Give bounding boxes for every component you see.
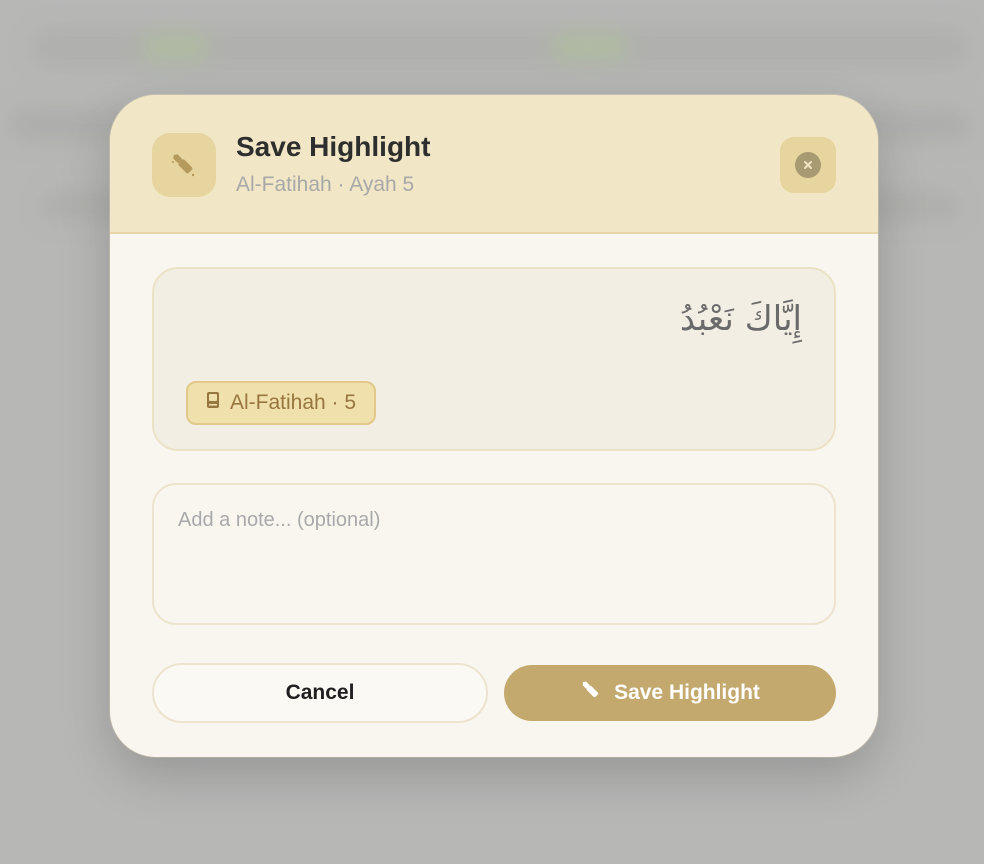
verse-arabic-text: إِيَّاكَ نَعْبُدُ [679, 299, 802, 339]
save-highlight-dialog: Save Highlight Al-Fatihah · Ayah 5 إِيَّ… [110, 95, 878, 757]
dialog-header: Save Highlight Al-Fatihah · Ayah 5 [110, 95, 878, 234]
close-button[interactable] [780, 137, 836, 193]
verse-reference-label: Al-Fatihah · 5 [230, 391, 357, 414]
save-highlight-button[interactable]: Save Highlight [504, 665, 836, 721]
save-highlight-label: Save Highlight [614, 681, 760, 704]
dialog-subtitle: Al-Fatihah · Ayah 5 [236, 173, 415, 196]
cancel-button[interactable]: Cancel [152, 663, 488, 723]
verse-reference-badge: Al-Fatihah · 5 [186, 381, 377, 425]
book-icon [206, 391, 220, 415]
close-icon [795, 152, 821, 178]
verse-card: إِيَّاكَ نَعْبُدُ Al-Fatihah · 5 [152, 267, 836, 451]
highlighter-icon [152, 133, 216, 197]
dialog-title: Save Highlight [236, 131, 431, 162]
note-input[interactable] [152, 483, 836, 625]
highlighter-icon [580, 679, 602, 707]
